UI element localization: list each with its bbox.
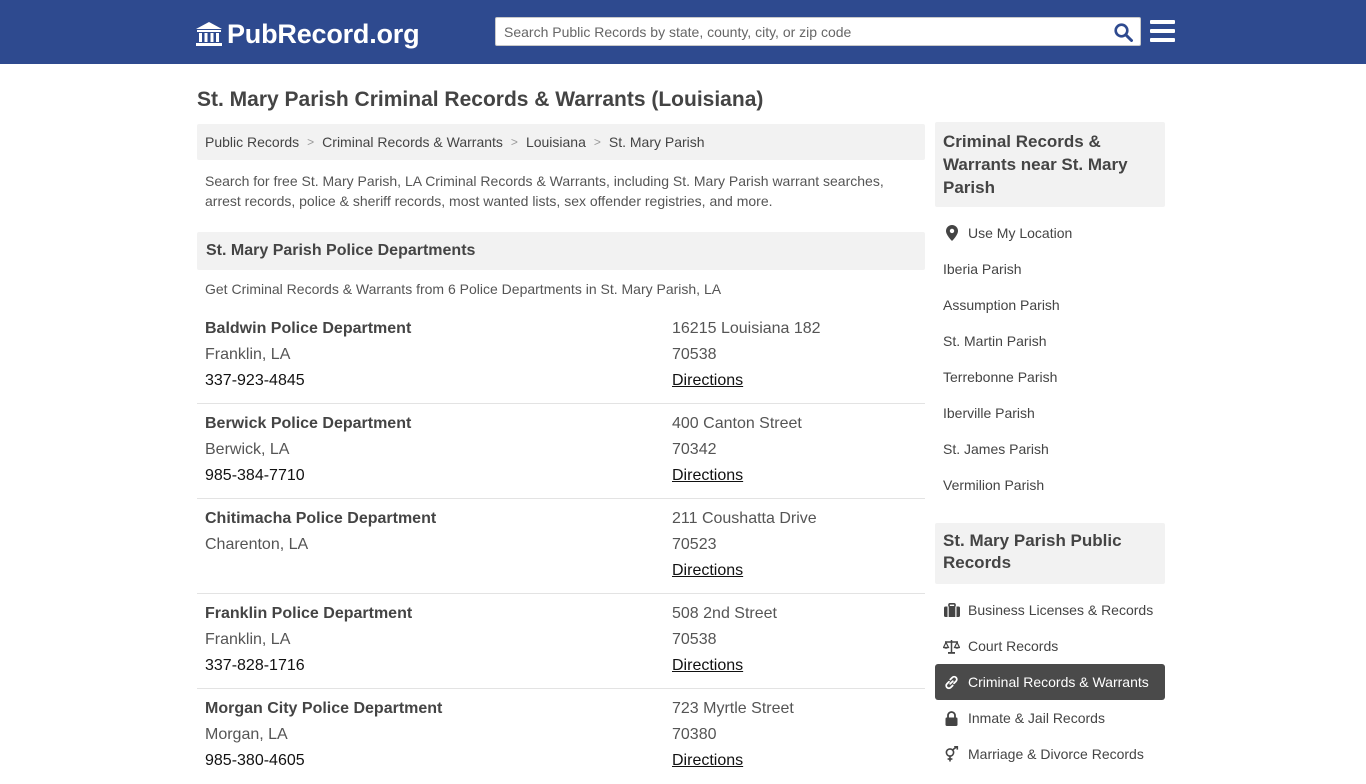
breadcrumb-louisiana[interactable]: Louisiana <box>526 134 586 150</box>
sidebar-item-label: Court Records <box>968 638 1059 654</box>
lock-icon <box>943 710 960 727</box>
gender-symbol-icon <box>943 746 960 763</box>
section-subheading: Get Criminal Records & Warrants from 6 P… <box>205 281 722 297</box>
public-records-list: Business Licenses & Records Court Record… <box>935 592 1165 772</box>
sidebar-item-marriage-divorce-records[interactable]: Marriage & Divorce Records <box>935 736 1165 772</box>
courthouse-icon <box>196 22 222 46</box>
department-phone[interactable]: 985-380-4605 <box>205 752 305 770</box>
search-box <box>495 17 1141 46</box>
department-city: Franklin, LA <box>205 346 291 363</box>
department-street: 508 2nd Street <box>672 605 777 622</box>
department-city: Franklin, LA <box>205 631 291 648</box>
department-city: Morgan, LA <box>205 726 288 743</box>
breadcrumb: Public Records > Criminal Records & Warr… <box>197 124 925 160</box>
sidebar-item-assumption-parish[interactable]: Assumption Parish <box>935 287 1165 323</box>
site-logo[interactable]: PubRecord.org <box>195 18 420 50</box>
department-street: 723 Myrtle Street <box>672 700 794 717</box>
nearby-heading: Criminal Records & Warrants near St. Mar… <box>935 122 1165 207</box>
sidebar-item-label: Inmate & Jail Records <box>968 710 1105 726</box>
department-name: Berwick Police Department <box>205 415 412 432</box>
location-pin-icon <box>943 225 960 242</box>
breadcrumb-criminal-records[interactable]: Criminal Records & Warrants <box>322 134 503 150</box>
link-icon <box>943 674 960 691</box>
sidebar-item-vermilion-parish[interactable]: Vermilion Parish <box>935 467 1165 503</box>
department-name: Chitimacha Police Department <box>205 510 437 527</box>
department-name: Morgan City Police Department <box>205 700 443 717</box>
department-zip: 70523 <box>672 536 717 553</box>
department-street: 16215 Louisiana 182 <box>672 320 821 337</box>
department-name: Franklin Police Department <box>205 605 413 622</box>
department-city: Charenton, LA <box>205 536 309 553</box>
use-my-location-label: Use My Location <box>968 225 1073 241</box>
briefcase-icon <box>943 602 960 619</box>
use-my-location-link[interactable]: Use My Location <box>935 215 1165 251</box>
sidebar-item-label: Marriage & Divorce Records <box>968 746 1144 762</box>
breadcrumb-separator-icon: > <box>593 135 601 149</box>
department-street: 211 Coushatta Drive <box>672 510 817 527</box>
public-records-heading: St. Mary Parish Public Records <box>935 523 1165 584</box>
sidebar-item-terrebonne-parish[interactable]: Terrebonne Parish <box>935 359 1165 395</box>
sidebar-item-st-james-parish[interactable]: St. James Parish <box>935 431 1165 467</box>
breadcrumb-separator-icon: > <box>307 135 315 149</box>
department-phone[interactable]: 985-384-7710 <box>205 467 305 485</box>
department-street: 400 Canton Street <box>672 415 802 432</box>
department-row: Berwick Police Department Berwick, LA 98… <box>197 404 925 499</box>
department-phone[interactable]: 337-828-1716 <box>205 657 305 675</box>
department-zip: 70342 <box>672 441 717 458</box>
logo-text: PubRecord.org <box>227 18 420 49</box>
sidebar-item-label: Criminal Records & Warrants <box>968 674 1149 690</box>
scales-icon <box>943 638 960 655</box>
hamburger-menu-icon[interactable] <box>1150 20 1176 42</box>
directions-link[interactable]: Directions <box>672 657 743 675</box>
directions-link[interactable]: Directions <box>672 752 743 770</box>
department-row: Chitimacha Police Department Charenton, … <box>197 499 925 594</box>
department-zip: 70380 <box>672 726 717 743</box>
sidebar-item-iberia-parish[interactable]: Iberia Parish <box>935 251 1165 287</box>
directions-link[interactable]: Directions <box>672 372 743 390</box>
sidebar-item-iberville-parish[interactable]: Iberville Parish <box>935 395 1165 431</box>
department-name: Baldwin Police Department <box>205 320 412 337</box>
search-icon <box>1113 22 1133 42</box>
department-row: Morgan City Police Department Morgan, LA… <box>197 689 925 784</box>
section-heading: St. Mary Parish Police Departments <box>197 232 925 270</box>
sidebar-item-st-martin-parish[interactable]: St. Martin Parish <box>935 323 1165 359</box>
breadcrumb-st-mary-parish[interactable]: St. Mary Parish <box>609 134 705 150</box>
department-phone[interactable]: 337-923-4845 <box>205 372 305 390</box>
search-button[interactable] <box>1112 22 1134 42</box>
department-city: Berwick, LA <box>205 441 290 458</box>
sidebar-item-criminal-records[interactable]: Criminal Records & Warrants <box>935 664 1165 700</box>
directions-link[interactable]: Directions <box>672 562 743 580</box>
sidebar-item-inmate-jail-records[interactable]: Inmate & Jail Records <box>935 700 1165 736</box>
police-department-list: Baldwin Police Department Franklin, LA 3… <box>197 309 925 784</box>
page-title: St. Mary Parish Criminal Records & Warra… <box>197 88 764 111</box>
breadcrumb-public-records[interactable]: Public Records <box>205 134 299 150</box>
department-row: Franklin Police Department Franklin, LA … <box>197 594 925 689</box>
directions-link[interactable]: Directions <box>672 467 743 485</box>
department-row: Baldwin Police Department Franklin, LA 3… <box>197 309 925 404</box>
nearby-parish-list: Use My Location Iberia Parish Assumption… <box>935 215 1165 503</box>
sidebar-item-label: Business Licenses & Records <box>968 602 1154 618</box>
top-navigation-bar: PubRecord.org <box>0 0 1366 64</box>
breadcrumb-separator-icon: > <box>510 135 518 149</box>
sidebar-item-court-records[interactable]: Court Records <box>935 628 1165 664</box>
search-input[interactable] <box>496 18 1106 45</box>
sidebar-item-business-licenses[interactable]: Business Licenses & Records <box>935 592 1165 628</box>
department-zip: 70538 <box>672 631 717 648</box>
intro-text: Search for free St. Mary Parish, LA Crim… <box>205 173 884 209</box>
department-zip: 70538 <box>672 346 717 363</box>
